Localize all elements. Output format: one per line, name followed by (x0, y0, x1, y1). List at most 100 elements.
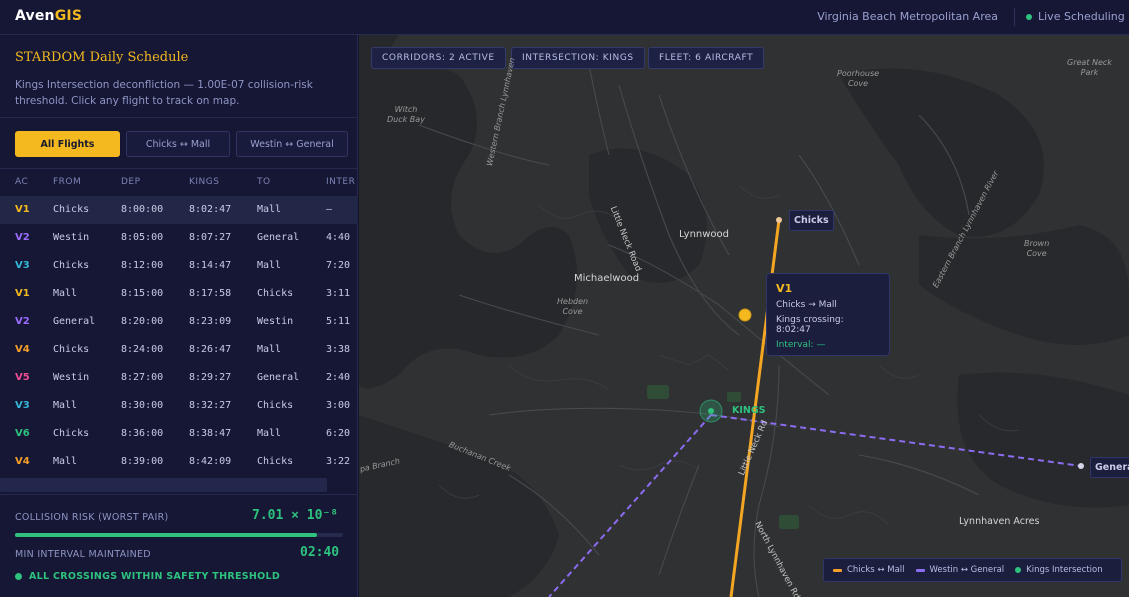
cell-from: General (53, 316, 96, 327)
cell-interval: 2:40 (326, 372, 351, 383)
min-interval-label: MIN INTERVAL MAINTAINED (15, 549, 151, 560)
cell-departure: 8:24:00 (121, 344, 164, 355)
cell-interval: 6:20 (326, 428, 351, 439)
cell-from: Chicks (53, 428, 90, 439)
cell-to: Chicks (257, 400, 294, 411)
filter-chicks-mall-button[interactable]: Chicks ↔ Mall (126, 131, 230, 157)
min-interval-value: 02:40 (300, 545, 340, 560)
cell-aircraft: V3 (15, 400, 30, 411)
legend-item-kings-intersection: Kings Intersection (1015, 565, 1103, 575)
legend-item-chicks-mall: Chicks ↔ Mall (833, 565, 905, 575)
table-row[interactable]: V3 Chicks 8:12:00 8:14:47 Mall 7:20 (0, 252, 358, 280)
cell-kings-time: 8:38:47 (189, 428, 232, 439)
region-label: Virginia Beach Metropolitan Area (817, 10, 998, 23)
top-bar: AvenGIS Virginia Beach Metropolitan Area… (0, 0, 1129, 35)
kings-intersection-label[interactable]: KINGS (732, 405, 766, 416)
cell-interval: 7:20 (326, 260, 351, 271)
table-row[interactable]: V2 General 8:20:00 8:23:09 Westin 5:11 (0, 308, 358, 336)
table-row[interactable]: V4 Mall 8:39:00 8:42:09 Chicks 3:22 (0, 448, 358, 476)
cell-interval: — (326, 204, 333, 215)
cell-aircraft: V2 (15, 232, 30, 243)
column-header-from[interactable]: FROM (53, 177, 81, 187)
cell-from: Mall (53, 456, 78, 467)
live-status-dot-icon (1026, 13, 1032, 20)
legend-dot-icon (1015, 567, 1022, 573)
general-station-pin[interactable]: Genera (1090, 457, 1129, 478)
cell-aircraft: V5 (15, 372, 30, 383)
schedule-panel: STARDOM Daily Schedule Kings Intersectio… (0, 35, 358, 597)
table-row[interactable]: V4 Chicks 8:24:00 8:26:47 Mall 3:38 (0, 336, 358, 364)
brand-accent: GIS (54, 8, 83, 24)
cell-interval: 3:11 (326, 288, 351, 299)
table-row[interactable]: V3 Mall 8:30:00 8:32:27 Chicks 3:00 (0, 392, 358, 420)
legend-label: Kings Intersection (1026, 565, 1103, 575)
water-hebden-cove: Hebden Cove (557, 297, 589, 316)
cell-interval: 4:40 (326, 232, 351, 243)
collision-risk-bar (15, 533, 343, 537)
tooltip-route: Chicks → Mall (776, 300, 837, 310)
table-row[interactable]: V6 Chicks 8:36:00 8:38:47 Mall 6:20 (0, 420, 358, 448)
cell-to: Mall (257, 428, 282, 439)
legend-line-icon (833, 568, 842, 572)
app-logo[interactable]: AvenGIS (15, 8, 82, 24)
cell-departure: 8:05:00 (121, 232, 164, 243)
cell-departure: 8:27:00 (121, 372, 164, 383)
cell-from: Chicks (53, 344, 90, 355)
place-lynnhaven-acres: Lynnhaven Acres (959, 516, 1040, 527)
column-header-inter[interactable]: INTER (326, 177, 355, 187)
cell-departure: 8:00:00 (121, 204, 164, 215)
brand-main: Aven (15, 8, 55, 24)
table-row[interactable]: V2 Westin 8:05:00 8:07:27 General 4:40 (0, 224, 358, 252)
water-witch-duck-bay: Witch Duck Bay (387, 105, 425, 124)
column-header-dep[interactable]: DEP (121, 177, 141, 187)
panel-title: STARDOM Daily Schedule (15, 50, 189, 65)
place-great-neck-park: Great Neck Park (1067, 58, 1112, 77)
cell-interval: 5:11 (326, 316, 351, 327)
chicks-station-pin[interactable]: Chicks (789, 210, 834, 231)
collision-risk-label: COLLISION RISK (WORST PAIR) (15, 512, 169, 523)
table-row[interactable]: V1 Chicks 8:00:00 8:02:47 Mall — (0, 196, 358, 224)
cell-kings-time: 8:32:27 (189, 400, 232, 411)
collision-risk-value: 7.01 × 10⁻⁸ (252, 508, 339, 523)
cell-kings-time: 8:29:27 (189, 372, 232, 383)
cell-kings-time: 8:14:47 (189, 260, 232, 271)
collision-risk-bar-fill (15, 533, 317, 537)
cell-from: Mall (53, 288, 78, 299)
cell-from: Westin (53, 232, 90, 243)
column-header-ac[interactable]: AC (15, 177, 28, 187)
place-lynnwood: Lynnwood (679, 229, 730, 240)
flight-filter-group: All Flights Chicks ↔ Mall Westin ↔ Gener… (15, 131, 348, 157)
cell-kings-time: 8:02:47 (189, 204, 232, 215)
cell-interval: 3:22 (326, 456, 351, 467)
flight-tooltip: V1 Chicks → Mall Kings crossing: 8:02:47… (766, 273, 890, 356)
table-horizontal-scrollbar[interactable] (0, 478, 327, 492)
cell-to: Mall (257, 344, 282, 355)
map-basemap (359, 35, 1129, 597)
cell-aircraft: V6 (15, 428, 30, 439)
legend-label: Chicks ↔ Mall (847, 565, 905, 575)
cell-kings-time: 8:07:27 (189, 232, 232, 243)
cell-from: Westin (53, 372, 90, 383)
cell-interval: 3:00 (326, 400, 351, 411)
cell-aircraft: V1 (15, 288, 30, 299)
cell-to: General (257, 232, 300, 243)
tooltip-aircraft-id: V1 (776, 282, 793, 295)
cell-departure: 8:30:00 (121, 400, 164, 411)
table-row[interactable]: V1 Mall 8:15:00 8:17:58 Chicks 3:11 (0, 280, 358, 308)
cell-kings-time: 8:42:09 (189, 456, 232, 467)
column-header-kings[interactable]: KINGS (189, 177, 219, 187)
filter-all-flights-button[interactable]: All Flights (15, 131, 120, 157)
cell-interval: 3:38 (326, 344, 351, 355)
filter-westin-general-button[interactable]: Westin ↔ General (236, 131, 348, 157)
metrics-divider (0, 494, 358, 495)
legend-item-westin-general: Westin ↔ General (915, 565, 1004, 575)
table-row[interactable]: V5 Westin 8:27:00 8:29:27 General 2:40 (0, 364, 358, 392)
place-michaelwood: Michaelwood (574, 273, 640, 284)
cell-aircraft: V4 (15, 456, 30, 467)
cell-departure: 8:39:00 (121, 456, 164, 467)
column-header-to[interactable]: TO (257, 177, 271, 187)
map-view[interactable]: CORRIDORS: 2 ACTIVE INTERSECTION: KINGS … (359, 35, 1129, 597)
topbar-divider (1014, 8, 1015, 26)
safety-status: ALL CROSSINGS WITHIN SAFETY THRESHOLD (15, 571, 280, 582)
cell-aircraft: V4 (15, 344, 30, 355)
